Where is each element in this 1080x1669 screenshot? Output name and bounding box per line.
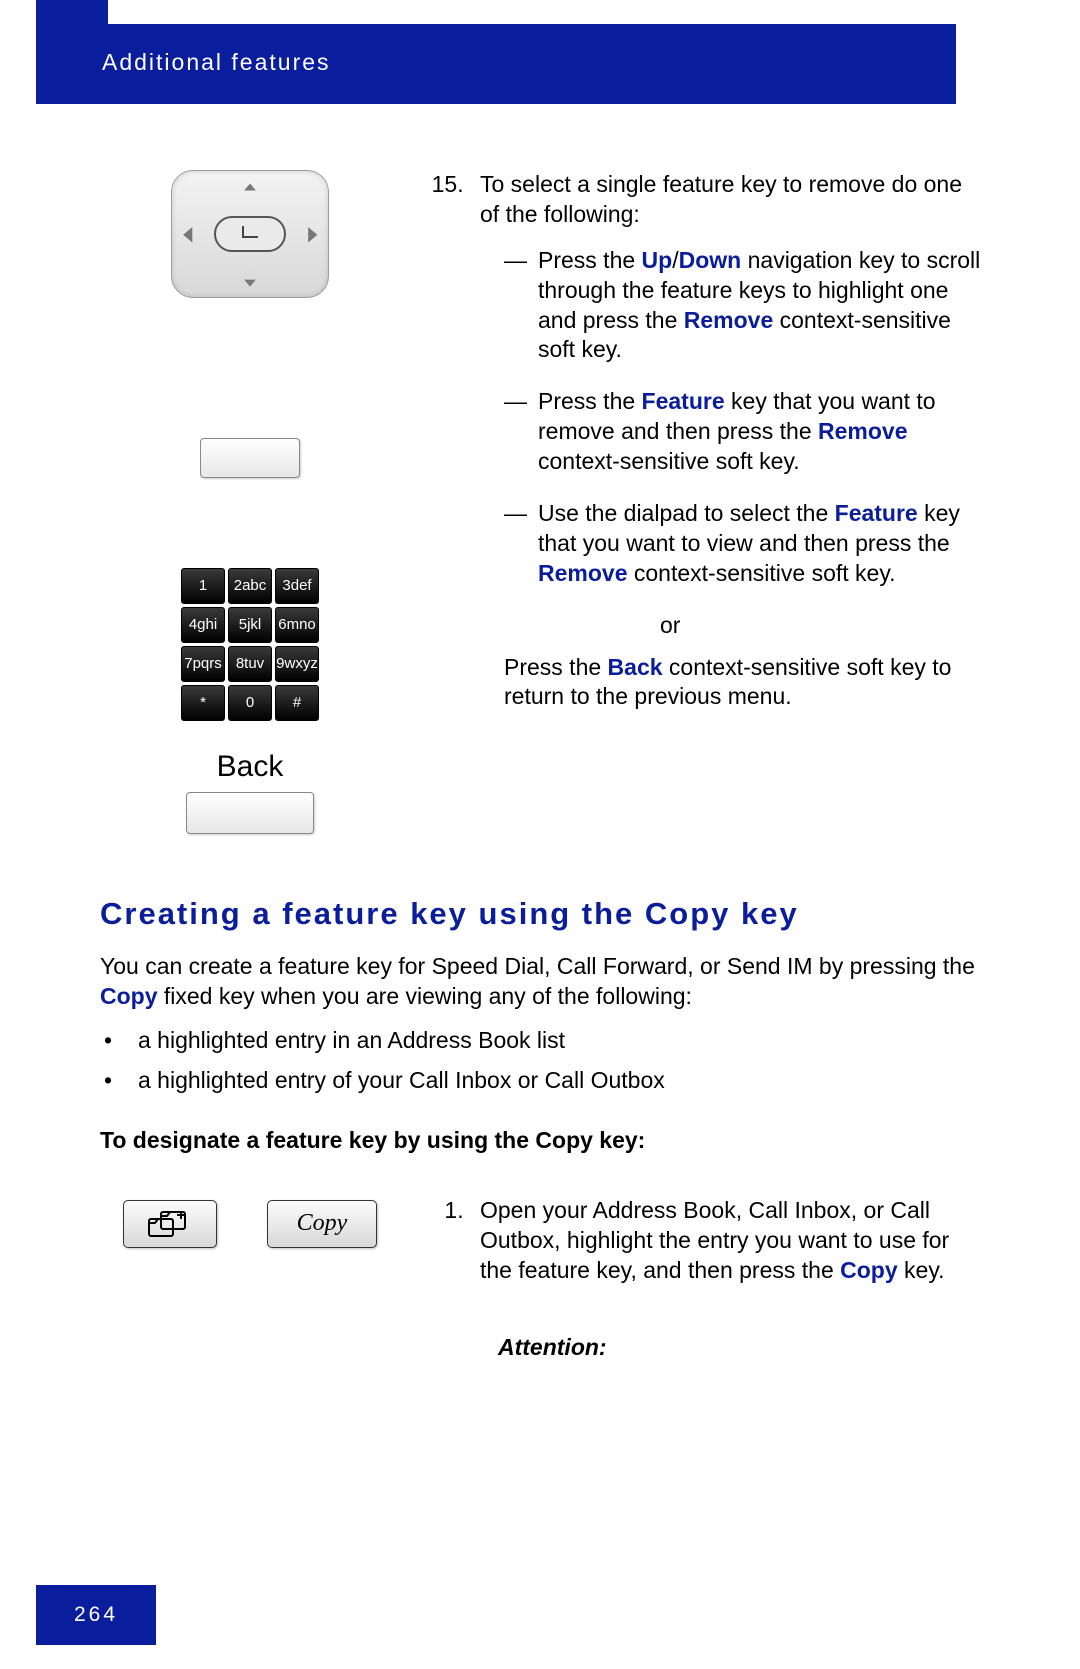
nav-down-icon: ▼ (240, 277, 260, 289)
copy-hardkey-icon (123, 1200, 217, 1248)
step-1-row: Copy Open your Address Book, Call Inbox,… (100, 1196, 985, 1376)
procedure-heading: To designate a feature key by using the … (100, 1126, 985, 1156)
copy-softkey-button: Copy (267, 1200, 377, 1248)
dialpad-illustration: 1 2abc 3def 4ghi 5jkl 6mno 7pqrs 8tuv 9w… (181, 568, 319, 721)
section-heading: Creating a feature key using the Copy ke… (100, 894, 985, 934)
dial-key: 1 (181, 568, 225, 604)
softkey-illustration (200, 438, 300, 478)
copy-softkey-label: Copy (297, 1208, 348, 1239)
keyword-copy: Copy (100, 983, 158, 1009)
copy-key-illustrations: Copy (100, 1196, 400, 1248)
nav-left-icon: ◀ (183, 224, 192, 244)
dial-key: * (181, 685, 225, 721)
step-15-sub-3: — Use the dialpad to select the Feature … (480, 499, 985, 589)
nav-right-icon: ▶ (308, 224, 317, 244)
section-bullets: •a highlighted entry in an Address Book … (100, 1026, 985, 1096)
keyword-remove: Remove (684, 307, 773, 333)
step-15-sub-1: — Press the Up/Down navigation key to sc… (480, 246, 985, 366)
dial-key: 7pqrs (181, 646, 225, 682)
step-1: Open your Address Book, Call Inbox, or C… (470, 1196, 985, 1364)
page-header: Additional features (36, 24, 956, 104)
dial-key: 3def (275, 568, 319, 604)
back-softkey-illustration (186, 792, 314, 834)
back-line: Press the Back context-sensitive soft ke… (480, 653, 985, 713)
dial-key: 9wxyz (275, 646, 319, 682)
step-15-row: ▲ ▼ ◀ ▶ 1 2abc 3def 4ghi 5jkl 6mno 7pqrs… (100, 170, 985, 834)
keyword-down: Down (679, 247, 742, 273)
keyword-back: Back (608, 654, 663, 680)
or-text: or (480, 611, 985, 641)
nav-enter-button (214, 216, 286, 252)
dial-key: 5jkl (228, 607, 272, 643)
nav-pad: ▲ ▼ ◀ ▶ (171, 170, 329, 298)
keyword-remove: Remove (538, 560, 627, 586)
section-intro: You can create a feature key for Speed D… (100, 952, 985, 1012)
dial-key: 6mno (275, 607, 319, 643)
bullet-2: •a highlighted entry of your Call Inbox … (100, 1066, 985, 1096)
dial-key: # (275, 685, 319, 721)
keyword-remove: Remove (818, 418, 907, 444)
dial-key: 2abc (228, 568, 272, 604)
keyword-up: Up (642, 247, 673, 273)
copy-folder-icon (147, 1209, 193, 1239)
nav-pad-illustration: ▲ ▼ ◀ ▶ (171, 170, 329, 298)
dial-key: 8tuv (228, 646, 272, 682)
bullet-1: •a highlighted entry in an Address Book … (100, 1026, 985, 1056)
attention-label: Attention: (480, 1333, 985, 1363)
dial-key: 4ghi (181, 607, 225, 643)
back-softkey-label: Back (217, 747, 284, 786)
keyword-feature: Feature (642, 388, 725, 414)
nav-up-icon: ▲ (240, 181, 260, 193)
page-content: ▲ ▼ ◀ ▶ 1 2abc 3def 4ghi 5jkl 6mno 7pqrs… (100, 170, 985, 1375)
step-1-text: Open your Address Book, Call Inbox, or C… (430, 1196, 985, 1376)
step-15-text: To select a single feature key to remove… (430, 170, 985, 724)
keyword-feature: Feature (835, 500, 918, 526)
header-title: Additional features (102, 49, 331, 75)
keyword-copy: Copy (840, 1257, 898, 1283)
step-15-sub-2: — Press the Feature key that you want to… (480, 387, 985, 477)
step-15-illustrations: ▲ ▼ ◀ ▶ 1 2abc 3def 4ghi 5jkl 6mno 7pqrs… (100, 170, 400, 834)
page-footer: 264 (36, 1585, 156, 1645)
step-15-sublist: — Press the Up/Down navigation key to sc… (480, 246, 985, 589)
step-15: To select a single feature key to remove… (470, 170, 985, 712)
dial-key: 0 (228, 685, 272, 721)
step-15-lead: To select a single feature key to remove… (480, 171, 962, 227)
page-number: 264 (74, 1601, 118, 1628)
